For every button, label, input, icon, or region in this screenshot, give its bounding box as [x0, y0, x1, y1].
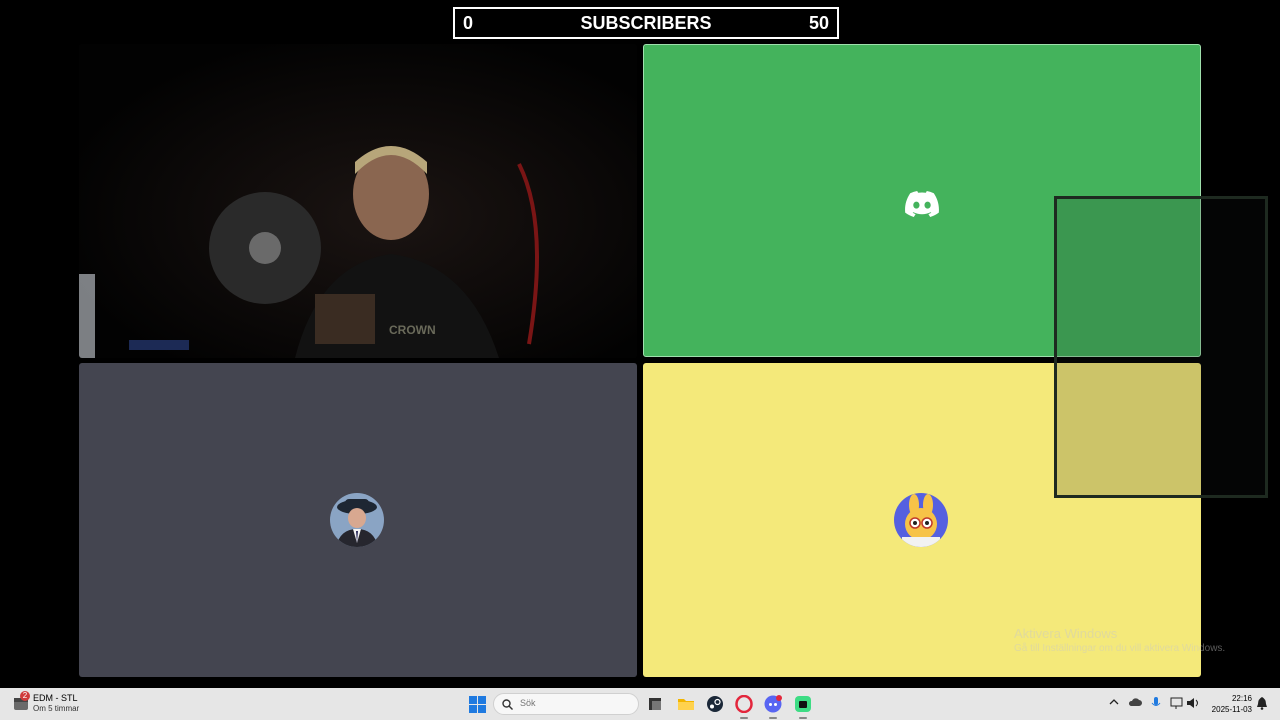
user-man-tile[interactable]	[79, 363, 637, 677]
activation-watermark: Aktivera Windows Gå till Inställningar o…	[1014, 626, 1225, 654]
webcam-tile[interactable]: CROWN	[79, 44, 637, 358]
steam-button[interactable]	[706, 695, 724, 713]
svg-text:CROWN: CROWN	[389, 323, 436, 337]
file-explorer-button[interactable]	[677, 695, 695, 713]
opera-button[interactable]	[735, 694, 753, 719]
chevron-up-icon[interactable]	[1108, 696, 1120, 708]
clock-time: 22:16	[1231, 694, 1252, 703]
subscriber-label: SUBSCRIBERS	[580, 13, 712, 33]
notification-bell-icon[interactable]	[1256, 696, 1268, 710]
watermark-subtitle: Gå till Inställningar om du vill aktiver…	[1014, 643, 1226, 654]
taskbar: 2 EDM - STL Om 5 timmar Sök 22:16 2025-1…	[0, 688, 1280, 720]
running-indicator	[740, 717, 748, 719]
task-view-button[interactable]	[646, 695, 664, 713]
subscriber-goal: 50	[808, 13, 829, 33]
running-indicator	[799, 717, 807, 719]
search-icon	[502, 699, 513, 710]
discord-button[interactable]	[764, 695, 782, 719]
microphone-icon[interactable]	[1151, 696, 1161, 710]
discord-icon	[764, 695, 782, 713]
cloud-icon[interactable]	[1128, 696, 1142, 708]
folder-icon	[678, 699, 694, 710]
app-button[interactable]	[794, 695, 812, 719]
volume-icon[interactable]	[1186, 696, 1200, 710]
webcam-feed: CROWN	[79, 44, 637, 358]
avatar-man-image	[330, 493, 384, 547]
weather-widget[interactable]: 2 EDM - STL Om 5 timmar	[12, 691, 122, 716]
running-indicator	[769, 717, 777, 719]
avatar-bunny-image	[894, 493, 948, 547]
watermark-title: Aktivera Windows	[1014, 626, 1118, 641]
taskbar-clock[interactable]: 22:16 2025-11-03	[1202, 693, 1252, 715]
subscriber-goal-bar: 0 SUBSCRIBERS 50	[453, 7, 839, 39]
app-icon	[795, 696, 811, 712]
steam-icon	[707, 696, 723, 712]
network-icon[interactable]	[1170, 696, 1184, 710]
weather-title: EDM - STL	[33, 693, 78, 703]
taskbar-search[interactable]	[493, 693, 639, 715]
notification-badge: 2	[20, 691, 30, 701]
task-view-icon	[649, 698, 661, 710]
avatar	[894, 493, 948, 547]
weather-subtitle: Om 5 timmar	[33, 704, 80, 713]
avatar	[330, 493, 384, 547]
search-input[interactable]	[518, 697, 632, 709]
discord-logo-icon	[905, 191, 939, 217]
windows-start-icon[interactable]	[469, 696, 486, 713]
clock-date: 2025-11-03	[1211, 705, 1252, 714]
opera-icon	[735, 694, 753, 714]
overlay-frame	[1054, 196, 1268, 498]
